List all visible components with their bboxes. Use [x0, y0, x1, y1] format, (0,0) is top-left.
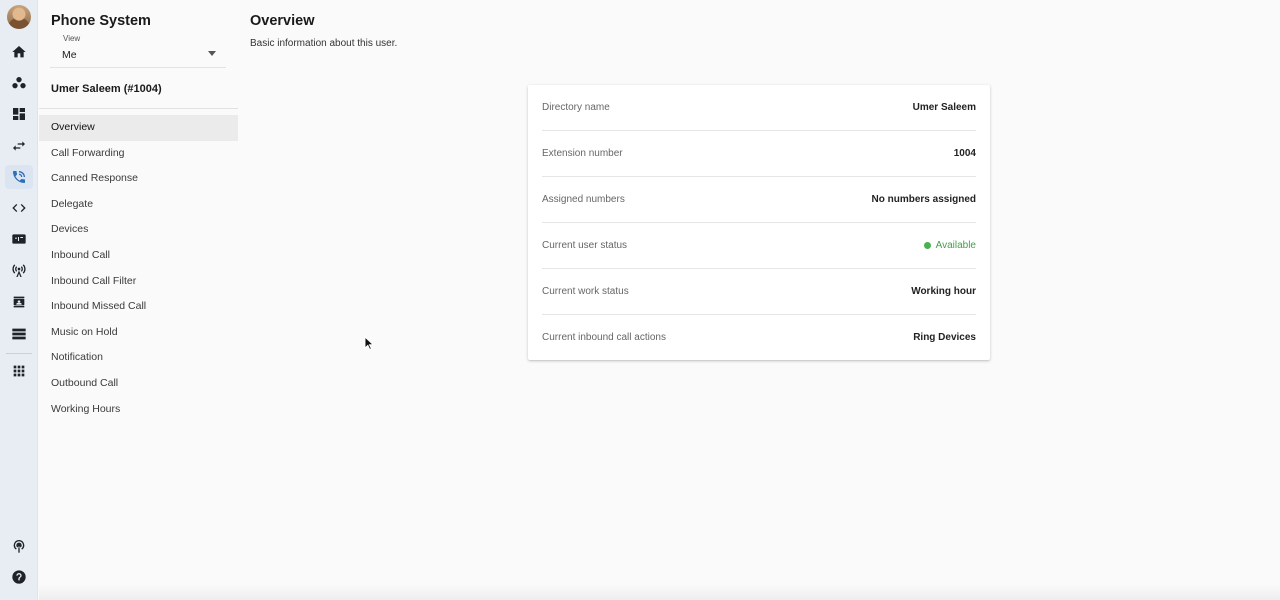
icon-rail [0, 0, 38, 600]
sidebar-item-call-forwarding[interactable]: Call Forwarding [39, 141, 238, 167]
sidebar-item-inbound-call[interactable]: Inbound Call [39, 243, 238, 269]
extension-number-label: Extension number [542, 148, 623, 159]
view-select-value: Me [62, 49, 77, 61]
inbound-actions-row: Current inbound call actions Ring Device… [542, 314, 976, 360]
sidebar-item-canned-response[interactable]: Canned Response [39, 166, 238, 192]
sidebar-item-inbound-call-filter[interactable]: Inbound Call Filter [39, 269, 238, 295]
sidebar-item-inbound-missed-call[interactable]: Inbound Missed Call [39, 294, 238, 320]
directory-name-row: Directory name Umer Saleem [542, 85, 976, 131]
user-status-text: Available [935, 240, 976, 251]
settings-sidebar: Phone System View Me Umer Saleem (#1004)… [39, 0, 239, 600]
list-icon[interactable] [9, 324, 29, 344]
assigned-numbers-value: No numbers assigned [871, 194, 976, 205]
sidebar-divider [39, 108, 238, 109]
apps-grid-icon[interactable] [9, 361, 29, 381]
dashboard-icon[interactable] [9, 104, 29, 124]
contact-card-icon[interactable] [9, 292, 29, 312]
status-dot-icon [923, 242, 931, 249]
podcast-icon[interactable] [9, 536, 29, 556]
sidebar-item-working-hours[interactable]: Working Hours [39, 397, 238, 423]
people-icon[interactable] [9, 73, 29, 93]
avatar[interactable] [7, 5, 31, 29]
directory-name-label: Directory name [542, 102, 610, 113]
view-select-label: View [61, 34, 83, 43]
sidebar-item-music-on-hold[interactable]: Music on Hold [39, 320, 238, 346]
code-icon[interactable] [9, 198, 29, 218]
assigned-numbers-label: Assigned numbers [542, 194, 625, 205]
sidebar-nav: Overview Call Forwarding Canned Response… [39, 115, 238, 422]
home-icon[interactable] [9, 42, 29, 62]
sidebar-item-notification[interactable]: Notification [39, 345, 238, 371]
selected-user-name: Umer Saleem (#1004) [51, 83, 162, 95]
chevron-down-icon [208, 51, 216, 56]
view-select[interactable]: View Me [50, 34, 226, 68]
extension-number-row: Extension number 1004 [542, 131, 976, 177]
page-title: Overview [250, 13, 315, 29]
page-subtitle: Basic information about this user. [250, 38, 398, 49]
help-icon[interactable] [9, 567, 29, 587]
user-status-label: Current user status [542, 240, 628, 251]
sidebar-item-delegate[interactable]: Delegate [39, 192, 238, 218]
work-status-label: Current work status [542, 286, 629, 297]
sidebar-item-devices[interactable]: Devices [39, 217, 238, 243]
rail-divider [6, 353, 32, 354]
app-title: Phone System [51, 13, 151, 29]
antenna-icon[interactable] [9, 261, 29, 281]
sip-icon[interactable] [9, 229, 29, 249]
inbound-actions-value: Ring Devices [913, 331, 976, 343]
work-status-value: Working hour [911, 286, 976, 297]
user-overview-card: Directory name Umer Saleem Extension num… [528, 85, 990, 360]
user-status-value: Available [923, 240, 976, 251]
work-status-row: Current work status Working hour [542, 269, 976, 315]
mouse-cursor-icon [364, 336, 374, 350]
transfer-icon[interactable] [9, 136, 29, 156]
directory-name-value: Umer Saleem [912, 102, 976, 113]
sidebar-item-outbound-call[interactable]: Outbound Call [39, 371, 238, 397]
bottom-shadow [39, 584, 1280, 600]
user-status-row: Current user status Available [542, 223, 976, 269]
phone-icon[interactable] [5, 165, 33, 189]
inbound-actions-label: Current inbound call actions [542, 331, 666, 343]
extension-number-value: 1004 [953, 148, 976, 159]
assigned-numbers-row: Assigned numbers No numbers assigned [542, 177, 976, 223]
sidebar-item-overview[interactable]: Overview [39, 115, 238, 141]
